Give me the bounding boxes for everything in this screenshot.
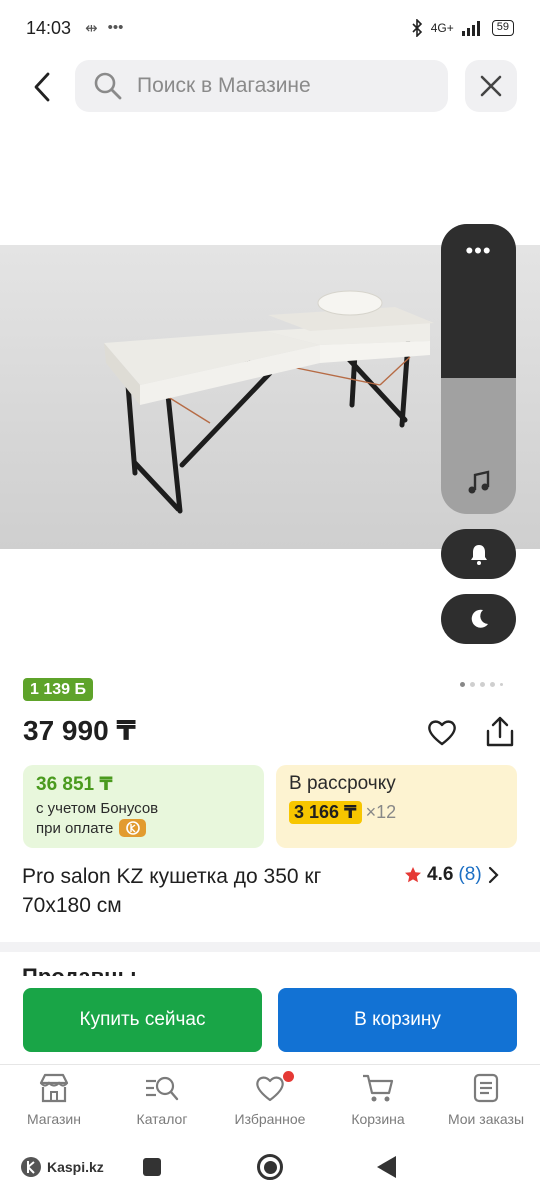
search-icon: [94, 72, 122, 100]
chevron-left-icon: [34, 72, 50, 102]
kaspi-brand: Kaspi.kz: [47, 1159, 104, 1175]
close-icon: [480, 75, 502, 97]
bonus-note: с учетом Бонусов: [36, 800, 159, 817]
carousel-dot: [490, 682, 495, 687]
status-left-icons: ⇹ •••: [85, 19, 123, 37]
bonus-badge: 1 139 Б: [23, 678, 93, 701]
installment-months: ×12: [365, 802, 397, 822]
product-price: 37 990 ₸: [23, 715, 136, 746]
bluetooth-icon: [412, 19, 422, 37]
cart-icon: [363, 1074, 394, 1102]
shop-icon: [39, 1073, 69, 1103]
status-right: 4G+ 59: [411, 19, 514, 37]
carousel-dot: [480, 682, 485, 687]
star-icon: [405, 867, 421, 883]
nav-label: Мои заказы: [447, 1111, 525, 1127]
catalog-search-icon: [146, 1076, 179, 1101]
more-options-icon[interactable]: •••: [441, 238, 516, 264]
carousel-dot: [500, 683, 503, 686]
notification-dot: [283, 1071, 294, 1082]
heart-icon: [428, 720, 456, 746]
search-box[interactable]: [75, 60, 448, 112]
nav-item-favorites[interactable]: Избранное: [216, 1065, 324, 1144]
buy-now-button[interactable]: Купить сейчас: [23, 988, 262, 1052]
carousel-dot: [460, 682, 465, 687]
add-to-cart-button[interactable]: В корзину: [278, 988, 517, 1052]
review-count[interactable]: (8): [458, 864, 481, 886]
nav-item-shop[interactable]: Магазин: [0, 1065, 108, 1144]
home-button[interactable]: [257, 1154, 283, 1180]
back-button[interactable]: [22, 64, 62, 110]
section-divider: [0, 942, 540, 952]
installment-label: В рассрочку: [289, 773, 396, 794]
music-note-icon: [441, 470, 516, 496]
kaspi-pay-icon: [119, 819, 147, 837]
recents-button[interactable]: [143, 1158, 161, 1176]
favorite-button[interactable]: [424, 714, 460, 750]
chevron-right-icon: [488, 866, 499, 884]
search-row: [0, 60, 540, 114]
system-back-button[interactable]: [377, 1156, 396, 1178]
orders-icon: [473, 1073, 499, 1103]
share-icon: [486, 716, 514, 747]
signal-icon: [461, 21, 480, 36]
nav-label: Каталог: [136, 1111, 188, 1127]
kaspi-logo: Kaspi.kz: [20, 1156, 104, 1178]
bonus-payment-note: при оплате: [36, 819, 251, 837]
bottom-nav: Магазин Каталог Избранное Корзина Мои за…: [0, 1064, 540, 1144]
more-dots-icon: •••: [107, 19, 124, 36]
bonus-price: 36 851 ₸: [36, 774, 113, 795]
battery-level: 59: [491, 20, 514, 36]
bonus-price-card[interactable]: 36 851 ₸ с учетом Бонусов при оплате: [23, 765, 264, 848]
carousel-indicator: [460, 682, 503, 687]
system-nav-bar: Kaspi.kz: [0, 1144, 540, 1200]
product-title: Pro salon KZ кушетка до 350 кг 70x180 см: [22, 865, 322, 917]
status-time: 14:03: [26, 17, 72, 38]
nav-label: Корзина: [351, 1111, 405, 1127]
close-search-button[interactable]: [465, 60, 517, 112]
bonus-payment-label: при оплате: [36, 819, 114, 837]
rating-link[interactable]: 4.6 (8): [404, 864, 499, 886]
share-button[interactable]: [482, 712, 518, 752]
carousel-dot: [470, 682, 475, 687]
status-bar: 14:03 ⇹ ••• 4G+ 59: [0, 0, 540, 56]
installment-card[interactable]: В рассрочку 3 166 ₸ ×12: [276, 765, 517, 848]
rating-score: 4.6: [427, 864, 454, 885]
action-bar: Купить сейчас В корзину: [0, 976, 540, 1064]
installment-monthly: 3 166 ₸: [289, 801, 362, 824]
installment-row: 3 166 ₸ ×12: [289, 801, 504, 824]
network-type: 4G+: [430, 21, 454, 35]
nav-item-cart[interactable]: Корзина: [324, 1065, 432, 1144]
nav-item-catalog[interactable]: Каталог: [108, 1065, 216, 1144]
ring-mode-button[interactable]: [441, 529, 516, 579]
search-input[interactable]: [137, 74, 427, 98]
bell-icon: [470, 545, 487, 565]
home-dot-icon: [263, 1160, 277, 1174]
moon-icon: [471, 609, 488, 628]
kaspi-logo-icon: [21, 1157, 41, 1177]
data-transfer-icon: ⇹: [85, 20, 98, 37]
volume-level-track[interactable]: •••: [441, 224, 516, 378]
volume-panel[interactable]: •••: [441, 224, 516, 514]
heart-icon: [256, 1076, 284, 1102]
nav-item-orders[interactable]: Мои заказы: [432, 1065, 540, 1144]
dnd-mode-button[interactable]: [441, 594, 516, 644]
nav-label: Магазин: [26, 1111, 81, 1127]
nav-label: Избранное: [234, 1111, 306, 1127]
